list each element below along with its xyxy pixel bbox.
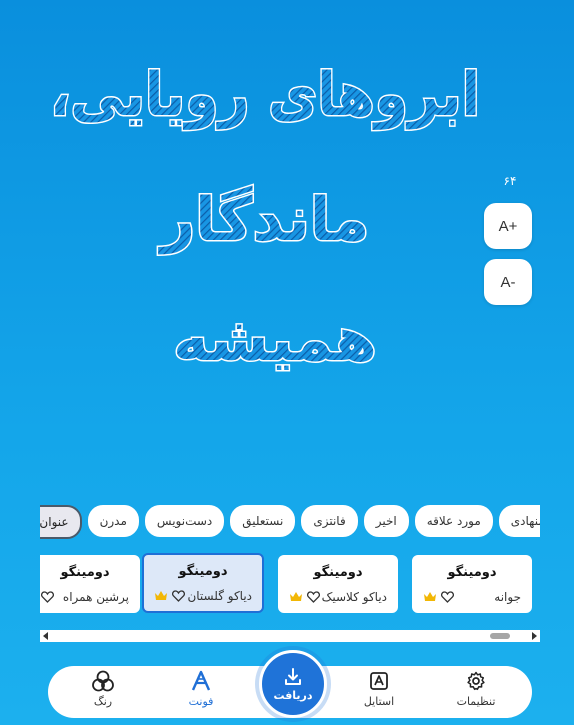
increase-font-size-button[interactable]: A+ xyxy=(484,203,532,249)
nav-font[interactable]: فونت xyxy=(166,670,236,716)
font-list[interactable]: دومینگو جوانه دومینگو دیاکو کلاسیک دومینگو دی… xyxy=(40,553,540,617)
decrease-font-size-button[interactable]: A- xyxy=(484,259,532,305)
nav-settings-label: تنظیمات xyxy=(456,695,496,708)
crown-icon xyxy=(290,592,302,601)
font-card-footer: جوانه xyxy=(423,590,521,604)
preview-line-2: ماندگار xyxy=(158,185,370,255)
scroll-thumb[interactable] xyxy=(489,633,510,639)
font-card-icons xyxy=(41,591,54,603)
font-card[interactable]: دومینگو دیاکو گلستان xyxy=(142,553,264,613)
nav-color[interactable]: رنگ xyxy=(68,670,138,716)
category-chip[interactable]: مدرن xyxy=(87,505,139,537)
font-category-bar[interactable]: پیشنهادیمورد علاقهاخیرفانتزینستعلیقدست‌ن… xyxy=(40,505,540,539)
download-icon xyxy=(285,667,301,685)
font-name: پرشین همراه xyxy=(62,590,129,604)
font-name: جوانه xyxy=(494,590,521,604)
font-card-icons xyxy=(423,591,454,603)
category-chip[interactable]: نستعلیق xyxy=(230,505,296,537)
font-name: دیاکو گلستان xyxy=(187,589,252,603)
font-list-scrollbar[interactable] xyxy=(40,630,540,642)
category-chip[interactable]: فانتزی xyxy=(301,505,358,537)
category-chip[interactable]: دست‌نویس xyxy=(144,505,225,537)
heart-icon[interactable] xyxy=(307,591,320,603)
font-sample: دومینگو xyxy=(313,565,363,580)
crown-icon xyxy=(155,591,167,600)
nav-settings[interactable]: تنظیمات xyxy=(441,670,511,716)
download-label: دریافت xyxy=(273,688,313,702)
font-sample: دومینگو xyxy=(60,565,110,580)
font-card-footer: دیاکو کلاسیک xyxy=(289,590,387,604)
heart-icon[interactable] xyxy=(172,590,185,602)
category-chip[interactable]: پیشنهادی xyxy=(498,505,540,537)
download-button[interactable]: دریافت xyxy=(259,650,327,718)
nav-font-label: فونت xyxy=(188,695,214,708)
style-icon xyxy=(368,670,390,692)
category-chip[interactable]: اخیر xyxy=(363,505,409,537)
font-category-list: پیشنهادیمورد علاقهاخیرفانتزینستعلیقدست‌ن… xyxy=(40,505,540,539)
heart-icon[interactable] xyxy=(41,591,54,603)
font-card[interactable]: دومینگو پرشین همراه xyxy=(40,555,140,613)
nav-style[interactable]: استایل xyxy=(344,670,414,716)
font-name: دیاکو کلاسیک xyxy=(321,590,387,604)
font-card-icons xyxy=(289,591,320,603)
preview-line-3: همیشه xyxy=(173,305,377,375)
font-sample: دومینگو xyxy=(178,564,228,579)
font-size-value: ۶۴ xyxy=(503,174,517,188)
nav-color-label: رنگ xyxy=(93,695,113,708)
category-chip[interactable]: مورد علاقه xyxy=(414,505,493,537)
gear-icon xyxy=(465,670,487,692)
font-card[interactable]: دومینگو جوانه xyxy=(412,555,532,613)
scroll-left-arrow-icon[interactable] xyxy=(42,631,50,641)
font-card-footer: دیاکو گلستان xyxy=(154,589,252,603)
color-circles-icon xyxy=(91,670,115,692)
scroll-right-arrow-icon[interactable] xyxy=(530,631,538,641)
font-card-footer: پرشین همراه xyxy=(41,590,129,604)
font-card-icons xyxy=(154,590,185,602)
font-icon xyxy=(190,670,212,692)
crown-icon xyxy=(424,592,436,601)
category-chip[interactable]: عنوان xyxy=(40,505,82,539)
heart-icon[interactable] xyxy=(441,591,454,603)
nav-style-label: استایل xyxy=(363,695,395,708)
preview-line-1: ابروهای رویایی، xyxy=(50,60,480,130)
font-sample: دومینگو xyxy=(447,565,497,580)
font-card[interactable]: دومینگو دیاکو کلاسیک xyxy=(278,555,398,613)
